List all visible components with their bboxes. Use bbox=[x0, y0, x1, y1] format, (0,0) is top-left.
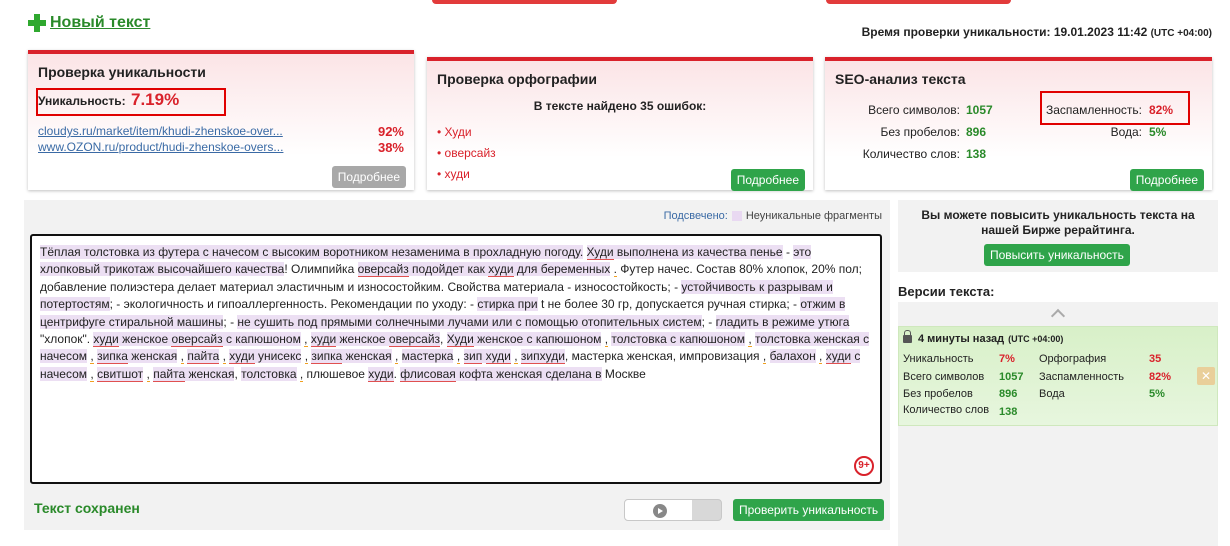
version-total-label: Всего символов bbox=[903, 371, 985, 383]
source-link[interactable]: cloudys.ru/market/item/khudi-zhenskoe-ov… bbox=[38, 124, 283, 139]
source-row: www.OZON.ru/product/hudi-zhenskoe-overs.… bbox=[38, 140, 404, 155]
seo-word-count: 138 bbox=[966, 147, 987, 161]
seo-no-spaces-label: Без пробелов: bbox=[880, 125, 961, 139]
version-uniq: 7% bbox=[999, 353, 1015, 365]
promo-panel: Вы можете повысить уникальность текста н… bbox=[898, 200, 1218, 272]
versions-title: Версии текста: bbox=[898, 284, 995, 299]
seo-title: SEO-анализ текста bbox=[835, 71, 966, 87]
top-nav-button-1[interactable] bbox=[432, 0, 617, 4]
new-text-label[interactable]: Новый текст bbox=[50, 14, 150, 32]
seo-water: 5% bbox=[1149, 125, 1167, 139]
spelling-error[interactable]: • худи bbox=[437, 167, 470, 181]
toggle-switch[interactable] bbox=[624, 499, 722, 521]
uniqueness-highlight-box bbox=[36, 88, 226, 116]
top-nav-button-2[interactable] bbox=[826, 0, 1011, 4]
play-icon bbox=[653, 504, 667, 518]
uniqueness-card: Проверка уникальности Уникальность: 7.19… bbox=[28, 50, 414, 190]
source-percent: 38% bbox=[377, 140, 404, 155]
text-editor[interactable]: Тёплая толстовка из футера с начесом с в… bbox=[30, 234, 882, 484]
check-time: Время проверки уникальности: 19.01.2023 … bbox=[862, 25, 1212, 39]
spelling-title: Проверка орфографии bbox=[437, 71, 597, 87]
version-words: 138 bbox=[999, 406, 1018, 418]
seo-water-label: Вода: bbox=[1110, 125, 1142, 139]
new-text-link[interactable]: Новый текст bbox=[28, 14, 150, 32]
saved-status: Текст сохранен bbox=[34, 500, 140, 516]
version-nospace-label: Без пробелов bbox=[903, 388, 973, 400]
seo-no-spaces: 896 bbox=[966, 125, 987, 139]
version-item[interactable]: 4 минуты назад (UTC +04:00) Уникальность… bbox=[898, 326, 1218, 426]
version-spam: 82% bbox=[1149, 371, 1172, 383]
error-counter-badge[interactable]: 9+ bbox=[854, 456, 874, 476]
spelling-error[interactable]: • оверсайз bbox=[437, 146, 496, 160]
source-link[interactable]: www.OZON.ru/product/hudi-zhenskoe-overs.… bbox=[38, 140, 283, 155]
scroll-up-button[interactable] bbox=[898, 302, 1218, 324]
increase-uniqueness-button[interactable]: Повысить уникальность bbox=[984, 244, 1130, 266]
lock-icon bbox=[903, 330, 912, 343]
seo-word-count-label: Количество слов: bbox=[862, 147, 960, 161]
version-water: 5% bbox=[1149, 388, 1165, 400]
editor-panel: Подсвечено: Неуникальные фрагменты Тёпла… bbox=[24, 200, 890, 530]
legend-swatch bbox=[731, 211, 742, 221]
version-spam-label: Заспамленность bbox=[1039, 371, 1124, 383]
highlight-legend: Подсвечено: Неуникальные фрагменты bbox=[664, 210, 882, 222]
versions-list: 4 минуты назад (UTC +04:00) Уникальность… bbox=[898, 302, 1218, 546]
version-utc: (UTC +04:00) bbox=[1008, 334, 1064, 344]
check-time-utc: (UTC +04:00) bbox=[1150, 28, 1212, 39]
spelling-card: Проверка орфографии В тексте найдено 35 … bbox=[427, 57, 813, 191]
version-nospace: 896 bbox=[999, 388, 1018, 400]
source-row: cloudys.ru/market/item/khudi-zhenskoe-ov… bbox=[38, 124, 404, 139]
close-icon[interactable]: ✕ bbox=[1197, 367, 1215, 385]
check-uniqueness-button[interactable]: Проверить уникальность bbox=[733, 499, 885, 521]
legend-label: Неуникальные фрагменты bbox=[745, 210, 882, 222]
version-header: 4 минуты назад (UTC +04:00) bbox=[903, 330, 1064, 345]
version-water-label: Вода bbox=[1039, 388, 1065, 400]
highlighted-label: Подсвечено: bbox=[663, 210, 728, 222]
version-uniq-label: Уникальность bbox=[903, 353, 974, 365]
promo-text: Вы можете повысить уникальность текста н… bbox=[921, 208, 1195, 237]
spelling-error[interactable]: • Худи bbox=[437, 125, 472, 139]
version-spell-label: Орфография bbox=[1039, 353, 1107, 365]
seo-card: SEO-анализ текста Всего символов: 1057 Б… bbox=[825, 57, 1212, 191]
version-spell: 35 bbox=[1149, 353, 1162, 365]
seo-more-button[interactable]: Подробнее bbox=[1129, 169, 1204, 191]
uniqueness-title: Проверка уникальности bbox=[38, 64, 206, 80]
version-words-label: Количество слов bbox=[903, 404, 990, 416]
spelling-more-button[interactable]: Подробнее bbox=[730, 169, 805, 191]
uniqueness-more-button[interactable]: Подробнее bbox=[331, 166, 406, 188]
source-percent: 92% bbox=[377, 124, 404, 139]
seo-total-chars-label: Всего символов: bbox=[868, 103, 960, 117]
chevron-up-icon bbox=[1050, 308, 1066, 324]
version-total: 1057 bbox=[999, 371, 1024, 383]
seo-total-chars: 1057 bbox=[966, 103, 993, 117]
plus-icon bbox=[28, 14, 46, 32]
version-time: 4 минуты назад bbox=[918, 333, 1005, 345]
spelling-found: В тексте найдено 35 ошибок: bbox=[533, 99, 707, 113]
check-time-label: Время проверки уникальности: 19.01.2023 … bbox=[861, 25, 1148, 39]
spam-highlight-box bbox=[1040, 91, 1190, 125]
